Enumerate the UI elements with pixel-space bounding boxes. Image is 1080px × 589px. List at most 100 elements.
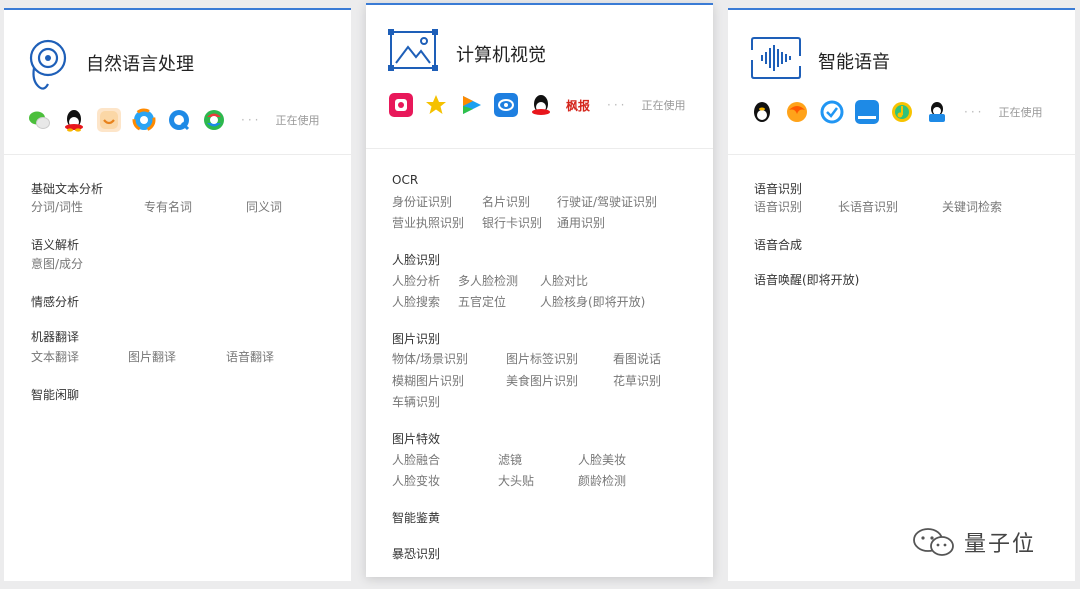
- tencent-doc-icon[interactable]: [855, 100, 879, 124]
- feature-item[interactable]: 同义词: [246, 198, 282, 215]
- feature-item[interactable]: 营业执照识别: [392, 214, 464, 231]
- feature-item[interactable]: 关键词检索: [942, 198, 1002, 215]
- qzone-icon[interactable]: [424, 93, 448, 117]
- feature-item[interactable]: 行驶证/驾驶证识别: [557, 193, 657, 210]
- section-speech-synthesis: 语音合成: [754, 236, 802, 253]
- feature-item[interactable]: 图片标签识别: [506, 350, 578, 367]
- sound-wave-icon: [751, 37, 801, 79]
- wechat-icon[interactable]: [27, 108, 51, 132]
- more-apps-dots: ···: [964, 105, 985, 119]
- qq-reader-icon[interactable]: [925, 100, 949, 124]
- feature-item[interactable]: 人脸搜索: [392, 293, 440, 310]
- feature-item[interactable]: 语音翻译: [226, 348, 274, 365]
- section-title[interactable]: 语音合成: [754, 236, 802, 253]
- section-title[interactable]: 暴恐识别: [392, 545, 440, 562]
- section-machine-translation: 机器翻译: [31, 328, 79, 345]
- feature-item[interactable]: 长语音识别: [838, 198, 898, 215]
- feature-item[interactable]: 人脸融合: [392, 451, 440, 468]
- qq-icon[interactable]: [62, 108, 86, 132]
- card-title: 计算机视觉: [456, 45, 546, 66]
- watermark: 量子位: [912, 526, 1036, 558]
- tencent-cloud-icon[interactable]: [202, 108, 226, 132]
- speech-card[interactable]: 智能语音 ··· 正在使用 语音识别 语音识别 长语音识别 关键词检索 语音合成…: [728, 8, 1075, 581]
- feature-item[interactable]: 颜龄检测: [578, 472, 626, 489]
- feature-item[interactable]: 滤镜: [498, 451, 522, 468]
- feature-item[interactable]: 人脸美妆: [578, 451, 626, 468]
- watermark-text: 量子位: [964, 532, 1037, 557]
- section-terror-detection: 暴恐识别: [392, 545, 440, 562]
- feature-item[interactable]: 名片识别: [482, 193, 530, 210]
- fanbao-icon[interactable]: 枫报: [564, 93, 592, 117]
- more-apps-dots: ···: [607, 98, 628, 112]
- feature-item[interactable]: 人脸变妆: [392, 472, 440, 489]
- nlp-card[interactable]: 自然语言处理 ··· 正在使用 基础文本分析 分词/词性 专有名词 同义词 语义…: [4, 8, 351, 581]
- section-voice-wakeup: 语音唤醒(即将开放): [754, 271, 859, 288]
- feature-item[interactable]: 五官定位: [458, 293, 506, 310]
- section-title[interactable]: 人脸识别: [392, 251, 440, 268]
- section-title[interactable]: 图片特效: [392, 430, 440, 447]
- feature-item[interactable]: 物体/场景识别: [392, 350, 468, 367]
- feature-item[interactable]: 车辆识别: [392, 393, 440, 410]
- in-use-label: 正在使用: [641, 99, 686, 112]
- tiantian-p-tu-icon[interactable]: [389, 93, 413, 117]
- section-title[interactable]: 语音唤醒(即将开放): [754, 271, 859, 288]
- section-basic-text-analysis: 基础文本分析: [31, 180, 103, 197]
- feature-item[interactable]: 语音识别: [754, 198, 802, 215]
- section-title[interactable]: 基础文本分析: [31, 180, 103, 197]
- wechat-logo-icon: [913, 528, 954, 556]
- cv-card[interactable]: 计算机视觉 枫报 ··· 正在使用 OCR 身份证识别 名片识别 行驶证/驾驶证…: [366, 3, 713, 577]
- feature-item[interactable]: 身份证识别: [392, 193, 452, 210]
- feature-item[interactable]: 分词/词性: [31, 198, 83, 215]
- speech-card-header: 智能语音 ··· 正在使用: [728, 10, 1075, 155]
- section-porn-detection: 智能鉴黄: [392, 509, 440, 526]
- feature-item[interactable]: 多人脸检测: [458, 272, 518, 289]
- feature-item[interactable]: 看图说话: [613, 350, 661, 367]
- feature-item[interactable]: 意图/成分: [31, 255, 83, 272]
- weiyun-icon[interactable]: [494, 93, 518, 117]
- section-image-recognition: 图片识别: [392, 330, 440, 347]
- feature-item[interactable]: 人脸对比: [540, 272, 588, 289]
- section-title[interactable]: 图片识别: [392, 330, 440, 347]
- feature-item[interactable]: 图片翻译: [128, 348, 176, 365]
- section-semantic-parsing: 语义解析: [31, 236, 79, 253]
- app-icon-row: 枫报 ··· 正在使用: [389, 93, 685, 117]
- feature-item[interactable]: 花草识别: [613, 372, 661, 389]
- section-sentiment: 情感分析: [31, 293, 79, 310]
- app-icon-row: ··· 正在使用: [27, 108, 319, 132]
- section-title[interactable]: 情感分析: [31, 293, 79, 310]
- in-use-label: 正在使用: [275, 114, 320, 127]
- cv-card-header: 计算机视觉 枫报 ··· 正在使用: [366, 5, 713, 149]
- tencent-video-icon[interactable]: [459, 93, 483, 117]
- section-ocr: OCR: [392, 173, 418, 187]
- qq-penguin-icon[interactable]: [750, 100, 774, 124]
- qq-icon[interactable]: [529, 93, 553, 117]
- app-icon-row: ··· 正在使用: [750, 100, 1042, 124]
- section-image-effects: 图片特效: [392, 430, 440, 447]
- section-title[interactable]: 机器翻译: [31, 328, 79, 345]
- stethoscope-icon: [29, 39, 67, 90]
- feature-item[interactable]: 人脸核身(即将开放): [540, 293, 645, 310]
- section-chat: 智能闲聊: [31, 386, 79, 403]
- section-title[interactable]: OCR: [392, 173, 418, 187]
- jd-icon[interactable]: [97, 108, 121, 132]
- section-title[interactable]: 语义解析: [31, 236, 79, 253]
- tencent-game-icon[interactable]: [785, 100, 809, 124]
- section-title[interactable]: 语音识别: [754, 180, 802, 197]
- feature-item[interactable]: 大头贴: [498, 472, 534, 489]
- feature-item[interactable]: 专有名词: [144, 198, 192, 215]
- more-apps-dots: ···: [241, 113, 262, 127]
- in-use-label: 正在使用: [998, 106, 1043, 119]
- feature-item[interactable]: 银行卡识别: [482, 214, 542, 231]
- qq-music-icon[interactable]: [890, 100, 914, 124]
- feature-item[interactable]: 美食图片识别: [506, 372, 578, 389]
- section-title[interactable]: 智能闲聊: [31, 386, 79, 403]
- feature-item[interactable]: 通用识别: [557, 214, 605, 231]
- section-title[interactable]: 智能鉴黄: [392, 509, 440, 526]
- tencent-video-icon[interactable]: [132, 108, 156, 132]
- qq-call-icon[interactable]: [820, 100, 844, 124]
- qq-browser-icon[interactable]: [167, 108, 191, 132]
- feature-item[interactable]: 人脸分析: [392, 272, 440, 289]
- feature-item[interactable]: 文本翻译: [31, 348, 79, 365]
- feature-item[interactable]: 模糊图片识别: [392, 372, 464, 389]
- card-title: 自然语言处理: [86, 54, 194, 75]
